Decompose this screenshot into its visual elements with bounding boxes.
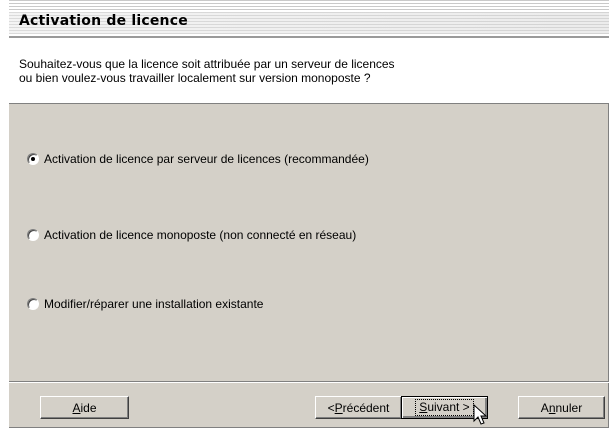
option-repair-installation-label[interactable]: Modifier/réparer une installation exista… [44,297,263,311]
radio-standalone[interactable] [27,229,39,241]
previous-button[interactable]: < Précédent [315,396,402,419]
previous-button-mnemonic: P [334,400,343,415]
cancel-button-label: nuler [555,400,583,415]
question-text: Souhaitez-vous que la licence soit attri… [19,57,579,85]
cancel-button-mnemonic: n [548,400,556,415]
radio-repair-installation[interactable] [27,298,39,310]
cancel-button-prefix: A [540,400,549,415]
option-standalone[interactable]: Activation de licence monoposte (non con… [27,227,356,243]
cancel-button[interactable]: An nuler [518,396,605,419]
option-license-server[interactable]: Activation de licence par serveur de lic… [27,151,369,167]
help-button[interactable]: Aide [40,396,129,419]
wizard-header: Activation de licence Souhaitez-vous que… [9,0,609,104]
arrow-cursor-icon [473,404,488,425]
help-button-label: ide [80,400,97,415]
option-standalone-label[interactable]: Activation de licence monoposte (non con… [44,228,356,242]
help-button-mnemonic: A [72,400,81,415]
previous-button-prefix: < [327,400,335,415]
option-repair-installation[interactable]: Modifier/réparer une installation exista… [27,296,263,312]
license-options-group: Activation de licence par serveur de lic… [9,104,609,374]
previous-button-label: récédent [342,400,390,415]
question-line-2: ou bien voulez-vous travailler localemen… [19,71,371,85]
next-button-focus: Suivant > [415,399,474,416]
page-title: Activation de licence [19,13,188,29]
license-activation-wizard: Activation de licence Souhaitez-vous que… [8,0,609,428]
option-license-server-label[interactable]: Activation de licence par serveur de lic… [44,152,369,166]
footer-separator [9,381,609,383]
radio-license-server[interactable] [27,153,39,165]
question-line-1: Souhaitez-vous que la licence soit attri… [19,57,395,71]
next-button-label: uivant > [427,400,470,414]
